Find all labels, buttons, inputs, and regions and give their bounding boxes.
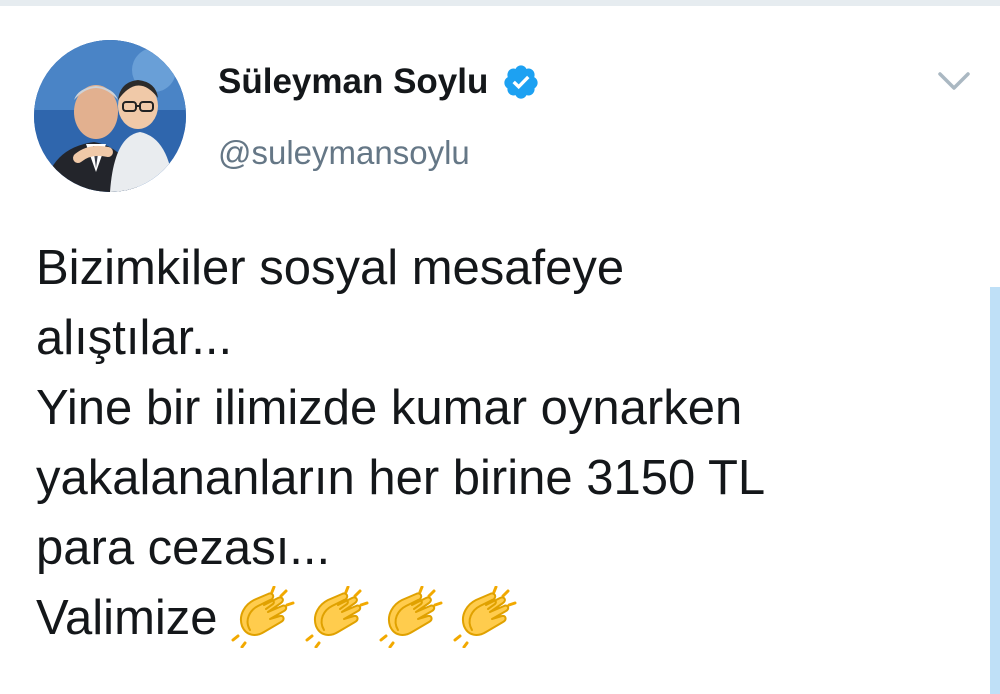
- avatar[interactable]: [34, 40, 186, 192]
- clapping-hands-icon: [376, 585, 446, 649]
- avatar-image: [34, 40, 186, 192]
- tweet-line: Yine bir ilimizde kumar oynarken: [36, 381, 743, 435]
- clapping-hands-icon: [228, 585, 298, 649]
- clapping-hands-icon: [450, 585, 520, 649]
- tweet-line: Bizimkiler sosyal mesafeye: [36, 241, 625, 295]
- scrollbar[interactable]: [990, 287, 1000, 694]
- top-divider: [0, 0, 1000, 6]
- tweet-line: para cezası...: [36, 521, 331, 575]
- author-handle[interactable]: @suleymansoylu: [218, 131, 470, 175]
- author-name-text[interactable]: Süleyman Soylu: [218, 58, 488, 106]
- author-display-name[interactable]: Süleyman Soylu: [218, 58, 540, 106]
- chevron-down-icon[interactable]: [932, 64, 976, 100]
- tweet-line-text: Valimize: [36, 591, 218, 645]
- tweet-line: alıştılar...: [36, 311, 233, 365]
- tweet-last-line: Valimize: [36, 583, 966, 653]
- verified-badge-icon: [502, 63, 540, 101]
- clapping-hands-icon: [302, 585, 372, 649]
- tweet-line: yakalananların her birine 3150 TL: [36, 451, 766, 505]
- tweet-text: Bizimkiler sosyal mesafeye alıştılar... …: [36, 233, 966, 653]
- emoji-row: [228, 585, 524, 649]
